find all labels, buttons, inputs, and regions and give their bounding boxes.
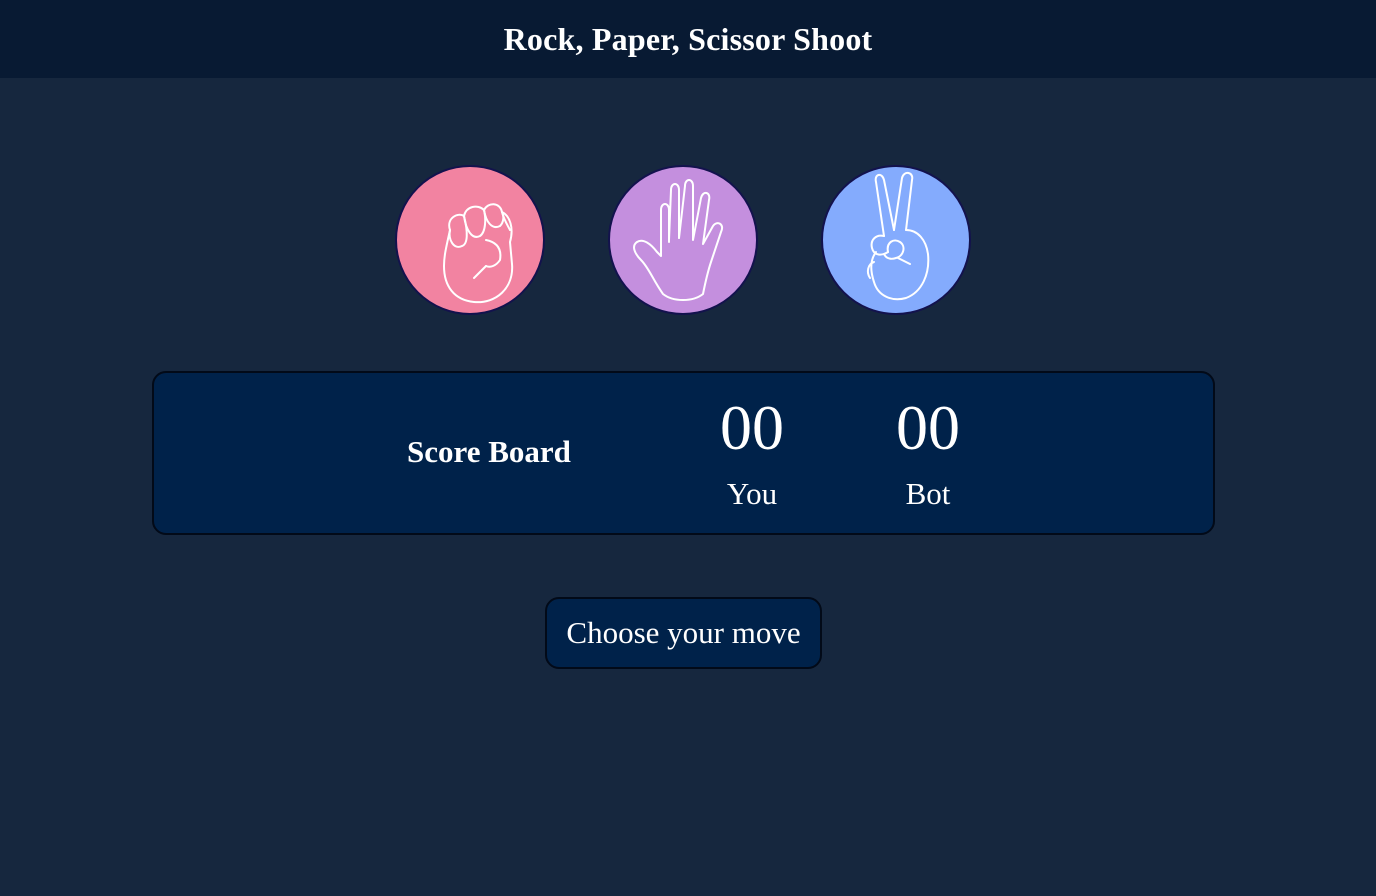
open-hand-icon [633, 179, 723, 301]
bot-score: 00 [896, 392, 960, 463]
user-score-label: You [726, 476, 778, 511]
move-message: Choose your move [545, 597, 822, 669]
header-bar: Rock, Paper, Scissor Shoot [0, 0, 1376, 78]
user-score: 00 [720, 392, 784, 463]
scissors-choice-button[interactable] [821, 165, 971, 315]
app-title: Rock, Paper, Scissor Shoot [503, 20, 873, 57]
score-board-title: Score Board [407, 434, 571, 469]
rock-choice-button[interactable] [395, 165, 545, 315]
fist-icon [443, 203, 514, 304]
score-board [152, 371, 1215, 535]
paper-choice-button[interactable] [608, 165, 758, 315]
bot-score-label: Bot [905, 476, 951, 511]
peace-hand-icon [866, 172, 930, 301]
